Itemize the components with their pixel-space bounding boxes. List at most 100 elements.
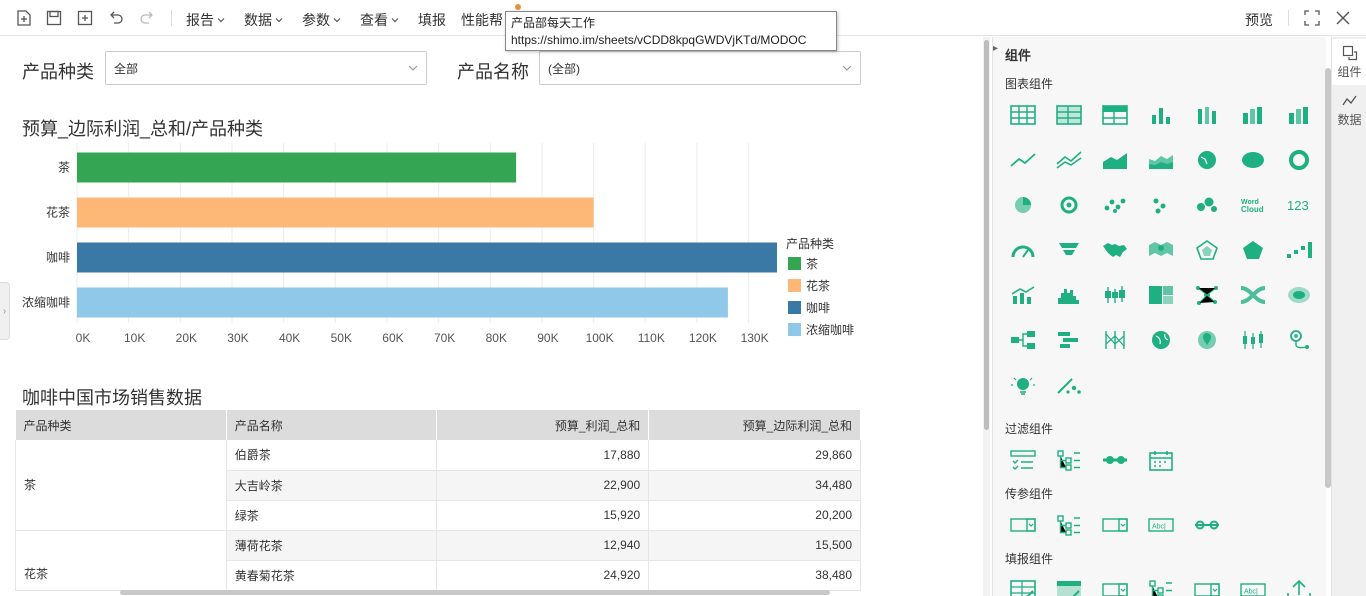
component-cloud-icon[interactable]: Word Cloud <box>1235 190 1271 220</box>
preview-button[interactable]: 预览 <box>1245 10 1273 30</box>
component-upload-icon[interactable] <box>1281 575 1317 596</box>
component-ring-icon[interactable] <box>1281 145 1317 175</box>
margin-cell: 34,480 <box>648 470 861 501</box>
x-tick-label: 120K <box>689 331 717 345</box>
component-radar-icon[interactable] <box>1189 235 1225 265</box>
tab-data[interactable]: 数据 <box>1332 87 1366 133</box>
canvas-horizontal-scroll-thumb[interactable] <box>120 590 830 595</box>
component-parallel-icon[interactable] <box>1097 325 1133 355</box>
component-table2-icon[interactable] <box>1051 100 1087 130</box>
fullscreen-icon[interactable] <box>1302 8 1322 28</box>
component-bar-icon[interactable] <box>1143 100 1179 130</box>
component-line-icon[interactable] <box>1005 145 1041 175</box>
component-ftree-icon[interactable] <box>1051 445 1087 475</box>
component-fdate-icon[interactable] <box>1143 445 1179 475</box>
header-category[interactable]: 产品种类 <box>15 410 227 440</box>
component-line2-icon[interactable] <box>1051 145 1087 175</box>
menu-params[interactable]: 参数 <box>302 10 341 30</box>
component-oval-icon[interactable] <box>1235 145 1271 175</box>
component-mappin-icon[interactable] <box>1143 235 1179 265</box>
section-param-components: 传参组件 <box>1005 487 1054 501</box>
menu-view[interactable]: 查看 <box>360 10 399 30</box>
component-gantt-icon[interactable] <box>1051 325 1087 355</box>
component-insight-icon[interactable] <box>1005 370 1041 400</box>
tab-data-label: 数据 <box>1337 112 1362 127</box>
save-icon[interactable] <box>44 8 64 28</box>
save-as-icon[interactable] <box>75 8 95 28</box>
component-fslider-icon[interactable] <box>1097 445 1133 475</box>
component-gauge-icon[interactable] <box>1005 235 1041 265</box>
component-radar2-icon[interactable] <box>1235 235 1271 265</box>
header-name[interactable]: 产品名称 <box>226 410 438 440</box>
group-cell: 茶 <box>15 440 227 531</box>
header-margin[interactable]: 预算_边际利润_总和 <box>648 410 861 440</box>
component-sankey-icon[interactable] <box>1235 280 1271 310</box>
name-cell: 黄春菊花茶 <box>226 560 438 591</box>
menu-report[interactable]: 报告 <box>186 10 225 30</box>
component-worldmap-icon[interactable] <box>1097 235 1133 265</box>
component-route-icon[interactable] <box>1281 325 1317 355</box>
header-profit[interactable]: 预算_利润_总和 <box>436 410 650 440</box>
x-tick-label: 10K <box>124 331 145 345</box>
close-icon[interactable] <box>1333 8 1353 28</box>
chevron-down-icon <box>275 18 283 23</box>
component-funnel-icon[interactable] <box>1051 235 1087 265</box>
component-bubble-icon[interactable] <box>1189 190 1225 220</box>
group-cell: 花茶 <box>15 530 227 591</box>
legend-item: 咖啡 <box>806 300 830 315</box>
component-scatter-icon[interactable] <box>1097 190 1133 220</box>
category-filter-select[interactable]: 全部 <box>105 51 427 85</box>
component-globe-icon[interactable] <box>1189 145 1225 175</box>
name-filter-select[interactable]: (全部) <box>539 51 861 85</box>
component-magic-icon[interactable] <box>1051 370 1087 400</box>
component-pdrop-icon[interactable] <box>1097 575 1133 596</box>
chevron-down-icon <box>391 18 399 23</box>
svg-text:123: 123 <box>1287 198 1309 213</box>
redo-icon[interactable] <box>137 8 157 28</box>
component-boxplot-icon[interactable] <box>1097 280 1133 310</box>
component-ftree-icon[interactable] <box>1143 575 1179 596</box>
component-flist-icon[interactable] <box>1005 445 1041 475</box>
component-fillform-icon[interactable] <box>1005 575 1041 596</box>
component-area2-icon[interactable] <box>1143 145 1179 175</box>
category-filter-value: 全部 <box>114 61 139 76</box>
component-flow-icon[interactable] <box>1005 325 1041 355</box>
component-pin-icon[interactable] <box>1189 325 1225 355</box>
component-ptext-icon[interactable]: Abc| <box>1235 575 1271 596</box>
component-pslider-icon[interactable] <box>1189 510 1225 540</box>
component-area-icon[interactable] <box>1097 145 1133 175</box>
new-report-icon[interactable] <box>14 8 34 28</box>
component-combo-icon[interactable] <box>1005 280 1041 310</box>
panel-collapse-icon[interactable]: ▸ <box>993 43 998 54</box>
component-steps-icon[interactable] <box>1281 235 1317 265</box>
component-table-icon[interactable] <box>1005 100 1041 130</box>
component-number-icon[interactable]: 123 <box>1281 190 1317 220</box>
component-histo-icon[interactable] <box>1051 280 1087 310</box>
component-pdrop-icon[interactable] <box>1005 510 1041 540</box>
component-donut-icon[interactable] <box>1051 190 1087 220</box>
component-pdrop-icon[interactable] <box>1097 510 1133 540</box>
canvas-vertical-scroll-thumb[interactable] <box>984 40 989 430</box>
component-pie-icon[interactable] <box>1005 190 1041 220</box>
component-stack-icon[interactable] <box>1189 100 1225 130</box>
component-dots-icon[interactable] <box>1143 190 1179 220</box>
component-bar3-icon[interactable] <box>1235 100 1271 130</box>
undo-icon[interactable] <box>106 8 126 28</box>
x-tick-label: 40K <box>279 331 300 345</box>
menu-fill[interactable]: 填报 <box>418 10 446 30</box>
component-ptext-icon[interactable]: Abc| <box>1143 510 1179 540</box>
component-candle-icon[interactable] <box>1235 325 1271 355</box>
menu-data[interactable]: 数据 <box>244 10 283 30</box>
menu-perf[interactable]: 性能帮 <box>461 10 503 30</box>
component-bar3-icon[interactable] <box>1281 100 1317 130</box>
tab-components[interactable]: 组件 <box>1332 39 1366 85</box>
component-fillform2-icon[interactable] <box>1051 575 1087 596</box>
bar <box>77 287 728 318</box>
component-pdrop-icon[interactable] <box>1189 575 1225 596</box>
component-heat-icon[interactable] <box>1281 280 1317 310</box>
component-treemap-icon[interactable] <box>1143 280 1179 310</box>
component-pivot-icon[interactable] <box>1097 100 1133 130</box>
component-globe2-icon[interactable] <box>1143 325 1179 355</box>
component-ftree-icon[interactable] <box>1051 510 1087 540</box>
component-network-icon[interactable] <box>1189 280 1225 310</box>
